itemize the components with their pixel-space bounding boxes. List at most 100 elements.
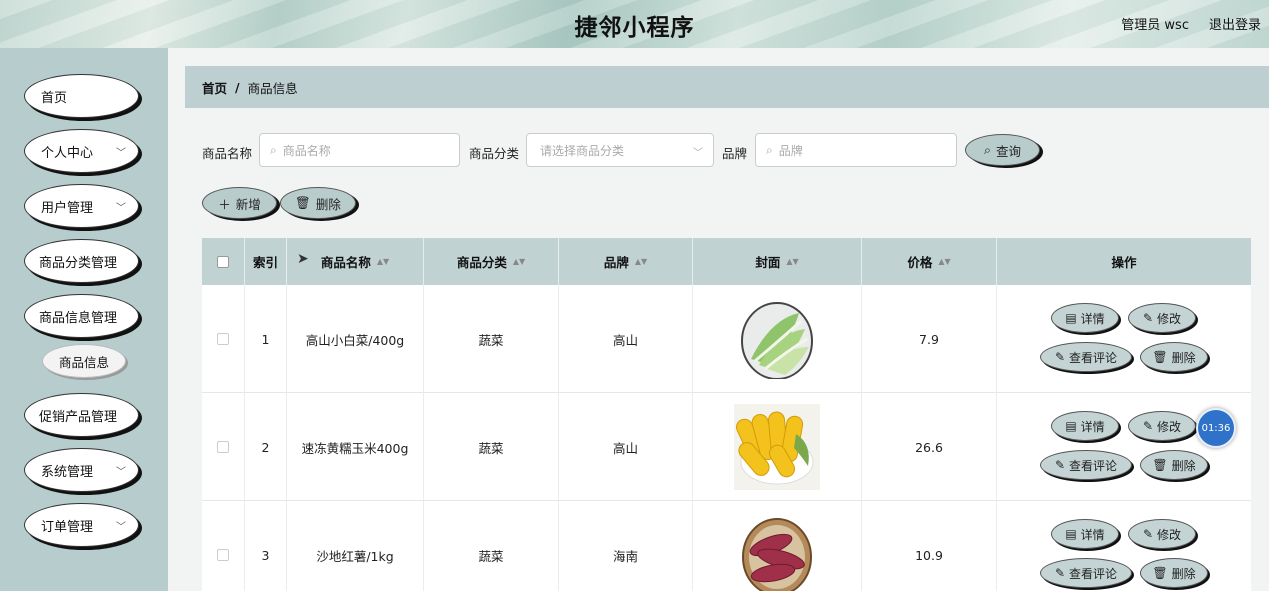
document-icon: ▤ (1065, 527, 1077, 541)
search-icon: ⌕ (766, 142, 773, 157)
detail-label: 详情 (1080, 311, 1105, 326)
sidebar-item-product-management[interactable]: 商品信息管理 (24, 294, 139, 338)
cabbage-image[interactable] (741, 299, 813, 379)
comments-label: 查看评论 (1069, 566, 1118, 581)
col-index: 索引 (245, 238, 287, 285)
detail-button[interactable]: ▤ 详情 (1051, 411, 1119, 441)
sidebar-item-home[interactable]: 首页 (24, 74, 139, 118)
breadcrumb-separator: / (235, 79, 240, 95)
pencil-icon: ✎ (1054, 458, 1066, 472)
row-product-name: 速冻黄糯玉米400g (287, 393, 424, 501)
sort-icon[interactable]: ▲▼ (786, 257, 798, 265)
brand-input[interactable]: ⌕ 品牌 (755, 133, 957, 167)
row-checkbox[interactable] (217, 549, 229, 561)
sidebar-item-promotion-management[interactable]: 促销产品管理 (24, 393, 139, 437)
row-category: 蔬菜 (424, 501, 559, 591)
row-select-cell (202, 501, 245, 591)
sidebar-item-label: 促销产品管理 (39, 409, 118, 425)
sort-icon[interactable]: ▲▼ (377, 257, 389, 265)
breadcrumb-current: 商品信息 (247, 80, 298, 96)
col-brand[interactable]: 品牌 ▲▼ (559, 238, 693, 285)
sort-icon[interactable]: ▲▼ (938, 257, 950, 265)
delete-button[interactable]: 🗑 删除 (1140, 558, 1208, 588)
logout-link[interactable]: 退出登录 (1209, 14, 1261, 33)
view-comments-button[interactable]: ✎ 查看评论 (1040, 558, 1132, 588)
row-select-cell (202, 393, 245, 501)
edit-button[interactable]: ✎ 修改 (1128, 411, 1196, 441)
col-actions-label: 操作 (1111, 255, 1137, 270)
table-row: 1 高山小白菜/400g 蔬菜 高山 7.9 ▤ 详情 ✎ 修改 ✎ 查看评论 🗑 删除 (202, 285, 1251, 393)
brand-label: 品牌 (722, 146, 748, 161)
document-icon: ▤ (1065, 419, 1077, 433)
search-icon: ⌕ (270, 142, 277, 157)
select-all-checkbox[interactable] (217, 255, 229, 268)
sidebar-item-label: 首页 (41, 90, 68, 106)
breadcrumb: 首页 / 商品信息 (185, 66, 1269, 108)
view-comments-button[interactable]: ✎ 查看评论 (1040, 342, 1132, 372)
trash-icon: 🗑 (1152, 350, 1168, 364)
row-cover (693, 285, 862, 393)
chevron-down-icon: ﹀ (116, 203, 126, 214)
delete-button[interactable]: 🗑 删除 (1140, 450, 1208, 480)
edit-label: 修改 (1157, 311, 1182, 326)
product-table: 索引 商品名称 ▲▼ 商品分类 ▲▼ 品牌 ▲▼ 封面 ▲▼ 价格 ▲▼ 操作 1 高山小… (202, 238, 1251, 591)
row-product-name: 高山小白菜/400g (287, 285, 424, 393)
document-icon: ▤ (1065, 311, 1077, 325)
table-row: 3 沙地红薯/1kg 蔬菜 海南 10.9 ▤ 详情 ✎ 修改 ✎ 查看评论 🗑 删除 (202, 501, 1251, 591)
col-brand-label: 品牌 (603, 255, 629, 270)
sidebar-subitem-product-info[interactable]: 商品信息 (42, 344, 126, 378)
sidebar-item-category-management[interactable]: 商品分类管理 (24, 239, 139, 283)
sweet-potato-image[interactable] (741, 515, 813, 591)
category-label: 商品分类 (469, 146, 520, 161)
col-price-label: 价格 (907, 255, 933, 270)
row-cover (693, 501, 862, 591)
row-index: 2 (245, 393, 287, 501)
col-category[interactable]: 商品分类 ▲▼ (424, 238, 559, 285)
col-cover[interactable]: 封面 ▲▼ (693, 238, 862, 285)
detail-button[interactable]: ▤ 详情 (1051, 303, 1119, 333)
corn-image[interactable] (734, 404, 820, 490)
detail-label: 详情 (1080, 527, 1105, 542)
row-cover (693, 393, 862, 501)
row-price: 10.9 (862, 501, 997, 591)
row-checkbox[interactable] (217, 333, 229, 345)
plus-icon: ＋ (218, 196, 231, 212)
sidebar-item-label: 用户管理 (41, 200, 94, 216)
sidebar-item-order-management[interactable]: 订单管理 ﹀ (24, 503, 139, 547)
batch-delete-button[interactable]: 🗑 删除 (280, 187, 356, 219)
product-name-label: 商品名称 (202, 146, 253, 161)
product-name-input[interactable]: ⌕ 商品名称 (259, 133, 460, 167)
detail-button[interactable]: ▤ 详情 (1051, 519, 1119, 549)
trash-icon: 🗑 (295, 195, 311, 210)
detail-label: 详情 (1080, 419, 1105, 434)
delete-button[interactable]: 🗑 删除 (1140, 342, 1208, 372)
breadcrumb-home[interactable]: 首页 (202, 78, 227, 97)
col-name-label: 商品名称 (320, 255, 371, 270)
app-title: 捷邻小程序 (574, 15, 695, 41)
row-checkbox[interactable] (217, 441, 229, 453)
sidebar-item-label: 系统管理 (41, 464, 94, 480)
sort-icon[interactable]: ▲▼ (635, 257, 647, 265)
trash-icon: 🗑 (1152, 566, 1168, 580)
pencil-icon: ✎ (1142, 311, 1154, 325)
category-select[interactable]: 请选择商品分类 ﹀ (526, 133, 714, 167)
search-button[interactable]: ⌕ 查询 (965, 134, 1040, 166)
sidebar-item-user-management[interactable]: 用户管理 ﹀ (24, 184, 139, 228)
sidebar-item-system-management[interactable]: 系统管理 ﹀ (24, 448, 139, 492)
row-brand: 高山 (559, 285, 693, 393)
recording-timer-badge[interactable]: 01:36 (1196, 408, 1236, 448)
sidebar-item-label: 商品信息管理 (39, 310, 118, 326)
col-price[interactable]: 价格 ▲▼ (862, 238, 997, 285)
add-button-label: 新增 (235, 196, 261, 212)
col-category-label: 商品分类 (456, 255, 507, 270)
sidebar-item-personal-center[interactable]: 个人中心 ﹀ (24, 129, 139, 173)
edit-button[interactable]: ✎ 修改 (1128, 303, 1196, 333)
sort-icon[interactable]: ▲▼ (513, 257, 525, 265)
search-button-label: 查询 (996, 143, 1022, 159)
edit-label: 修改 (1157, 527, 1182, 542)
edit-button[interactable]: ✎ 修改 (1128, 519, 1196, 549)
row-index: 1 (245, 285, 287, 393)
view-comments-button[interactable]: ✎ 查看评论 (1040, 450, 1132, 480)
delete-button-label: 删除 (315, 196, 341, 212)
add-button[interactable]: ＋新增 (202, 187, 277, 219)
